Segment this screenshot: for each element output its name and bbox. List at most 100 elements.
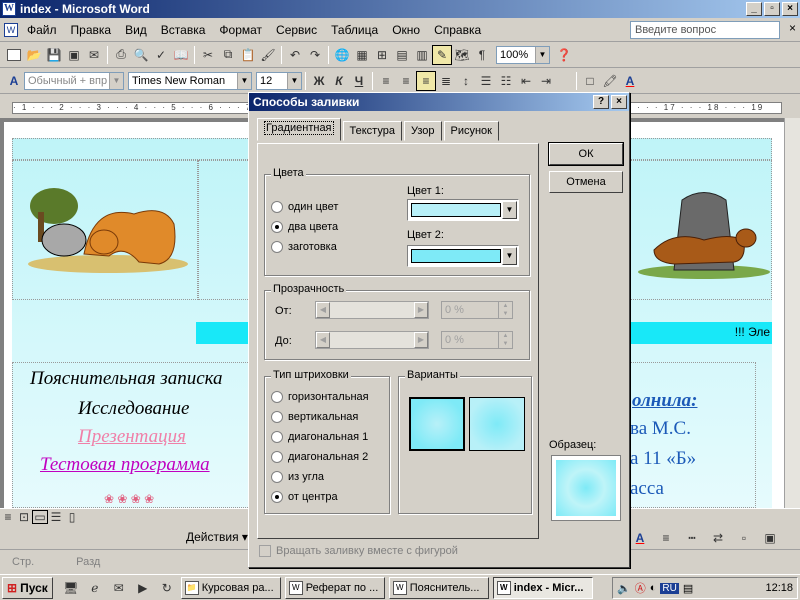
print-icon[interactable]: ⎙ bbox=[111, 45, 131, 65]
document-map-icon[interactable]: 🗺 bbox=[452, 45, 472, 65]
research-icon[interactable]: 📖 bbox=[171, 45, 191, 65]
tab-picture[interactable]: Рисунок bbox=[443, 121, 499, 141]
close-button[interactable]: × bbox=[782, 2, 798, 16]
italic-button[interactable]: К bbox=[329, 71, 349, 91]
line-spacing-icon[interactable]: ↕ bbox=[456, 71, 476, 91]
font-color-draw-icon[interactable]: A bbox=[630, 528, 650, 548]
borders-icon[interactable]: □ bbox=[580, 71, 600, 91]
insert-excel-icon[interactable]: ▤ bbox=[392, 45, 412, 65]
menu-help[interactable]: Справка bbox=[427, 20, 488, 40]
chevron-right-icon[interactable]: ▶ bbox=[414, 332, 428, 348]
chevron-right-icon[interactable]: ▶ bbox=[414, 302, 428, 318]
variant-1[interactable] bbox=[409, 397, 465, 451]
normal-view-icon[interactable]: ≡ bbox=[0, 510, 16, 524]
styles-formatting-icon[interactable]: A bbox=[4, 71, 24, 91]
task-coursework[interactable]: 📁 Курсовая ра... bbox=[180, 576, 281, 599]
variant-2[interactable] bbox=[469, 397, 525, 451]
horizontal-radio[interactable]: горизонтальная bbox=[271, 391, 369, 403]
style-select[interactable]: Обычный + впр ▼ bbox=[24, 71, 124, 90]
vertical-scrollbar[interactable] bbox=[784, 118, 800, 508]
format-painter-icon[interactable]: 🖌 bbox=[258, 45, 278, 65]
test-program-link[interactable]: Тестовая программа bbox=[40, 454, 210, 476]
cancel-button[interactable]: Отмена bbox=[549, 171, 623, 193]
undo-icon[interactable]: ↶ bbox=[285, 45, 305, 65]
maximize-button[interactable]: ▫ bbox=[764, 2, 780, 16]
chevron-down-icon[interactable]: ▼ bbox=[502, 201, 517, 219]
explanatory-note-link[interactable]: Пояснительная записка bbox=[30, 368, 223, 390]
drawing-icon[interactable]: ✎ bbox=[432, 44, 452, 65]
font-select[interactable]: Times New Roman ▼ bbox=[128, 71, 252, 90]
internet-explorer-icon[interactable]: ℯ bbox=[85, 578, 105, 598]
copy-icon[interactable]: ⧉ bbox=[218, 45, 238, 65]
menu-format[interactable]: Формат bbox=[212, 20, 269, 40]
bold-button[interactable]: Ж bbox=[309, 71, 329, 91]
dialog-close-button[interactable]: × bbox=[611, 95, 627, 109]
save-icon[interactable]: 💾 bbox=[44, 45, 64, 65]
tab-gradient[interactable]: Градиентная bbox=[257, 118, 341, 141]
redo-icon[interactable]: ↷ bbox=[305, 45, 325, 65]
language-indicator[interactable]: RU bbox=[660, 582, 679, 594]
research-link[interactable]: Исследование bbox=[78, 398, 189, 420]
underline-button[interactable]: Ч bbox=[349, 71, 369, 91]
menu-window[interactable]: Окно bbox=[385, 20, 427, 40]
menu-table[interactable]: Таблица bbox=[324, 20, 385, 40]
dialog-help-button[interactable]: ? bbox=[593, 95, 609, 109]
diagonal-down-radio[interactable]: диагональная 2 bbox=[271, 451, 368, 463]
document-icon[interactable]: W bbox=[4, 22, 18, 37]
task-index[interactable]: Windex - Micr... bbox=[492, 576, 593, 599]
outline-view-icon[interactable]: ☰ bbox=[48, 510, 64, 524]
spinner-arrows-icon[interactable]: ▲ ▼ bbox=[498, 332, 512, 348]
print-preview-icon[interactable]: 🔍 bbox=[131, 45, 151, 65]
reading-view-icon[interactable]: ▯ bbox=[64, 510, 80, 524]
close-document-icon[interactable]: × bbox=[789, 21, 796, 35]
from-spinner[interactable]: 0 % ▲ ▼ bbox=[441, 301, 513, 319]
start-button[interactable]: ⊞ Пуск bbox=[2, 576, 53, 599]
actions-menu[interactable]: Действия ▾ bbox=[186, 530, 248, 544]
ok-button[interactable]: ОК bbox=[548, 142, 624, 166]
from-slider[interactable]: ◀ ▶ bbox=[315, 301, 429, 319]
permission-icon[interactable]: ▣ bbox=[64, 45, 84, 65]
ask-question-input[interactable]: Введите вопрос bbox=[630, 21, 780, 39]
align-center-icon[interactable]: ≡ bbox=[396, 71, 416, 91]
justify-icon[interactable]: ≣ bbox=[436, 71, 456, 91]
line-style-icon[interactable]: ≡ bbox=[656, 528, 676, 548]
menu-file[interactable]: Файл bbox=[20, 20, 64, 40]
font-size-select[interactable]: 12 ▼ bbox=[256, 71, 302, 90]
antivirus-icon[interactable]: Ⓐ bbox=[635, 580, 646, 596]
bullets-icon[interactable]: ☷ bbox=[496, 71, 516, 91]
color2-select[interactable]: ▼ bbox=[407, 245, 519, 267]
color1-select[interactable]: ▼ bbox=[407, 199, 519, 221]
minimize-button[interactable]: _ bbox=[746, 2, 762, 16]
two-colors-radio[interactable]: два цвета bbox=[271, 221, 338, 233]
show-desktop-icon[interactable]: 🖥 bbox=[61, 578, 81, 598]
zoom-select[interactable]: 100% ▼ bbox=[496, 45, 550, 64]
task-explanatory[interactable]: W Пояснитель... bbox=[388, 576, 489, 599]
highlight-icon[interactable]: 🖍 bbox=[600, 71, 620, 91]
rotate-with-shape-checkbox[interactable]: Вращать заливку вместе с фигурой bbox=[259, 545, 458, 557]
cut-icon[interactable]: ✂ bbox=[198, 45, 218, 65]
hyperlink-icon[interactable]: 🌐 bbox=[332, 45, 352, 65]
one-color-radio[interactable]: один цвет bbox=[271, 201, 338, 213]
from-corner-radio[interactable]: из угла bbox=[271, 471, 324, 483]
word-app-icon[interactable]: W bbox=[2, 2, 16, 16]
menu-tools[interactable]: Сервис bbox=[269, 20, 324, 40]
3d-style-icon[interactable]: ▣ bbox=[760, 528, 780, 548]
spinner-arrows-icon[interactable]: ▲ ▼ bbox=[498, 302, 512, 318]
media-player-icon[interactable]: ▶ bbox=[133, 578, 153, 598]
chevron-left-icon[interactable]: ◀ bbox=[316, 302, 330, 318]
insert-table-icon[interactable]: ⊞ bbox=[372, 45, 392, 65]
to-slider[interactable]: ◀ ▶ bbox=[315, 331, 429, 349]
dash-style-icon[interactable]: ┅ bbox=[682, 528, 702, 548]
email-icon[interactable]: ✉ bbox=[84, 45, 104, 65]
font-color-icon[interactable]: A bbox=[620, 71, 640, 91]
show-hide-icon[interactable]: ¶ bbox=[472, 45, 492, 65]
numbering-icon[interactable]: ☰ bbox=[476, 71, 496, 91]
chevron-down-icon[interactable]: ▼ bbox=[502, 247, 517, 265]
open-folder-icon[interactable]: 📂 bbox=[24, 45, 44, 65]
chevron-left-icon[interactable]: ◀ bbox=[316, 332, 330, 348]
web-view-icon[interactable]: ⊡ bbox=[16, 510, 32, 524]
tray-app-icon[interactable]: ▤ bbox=[683, 582, 693, 595]
menu-view[interactable]: Вид bbox=[118, 20, 154, 40]
paste-icon[interactable]: 📋 bbox=[238, 45, 258, 65]
vertical-radio[interactable]: вертикальная bbox=[271, 411, 358, 423]
